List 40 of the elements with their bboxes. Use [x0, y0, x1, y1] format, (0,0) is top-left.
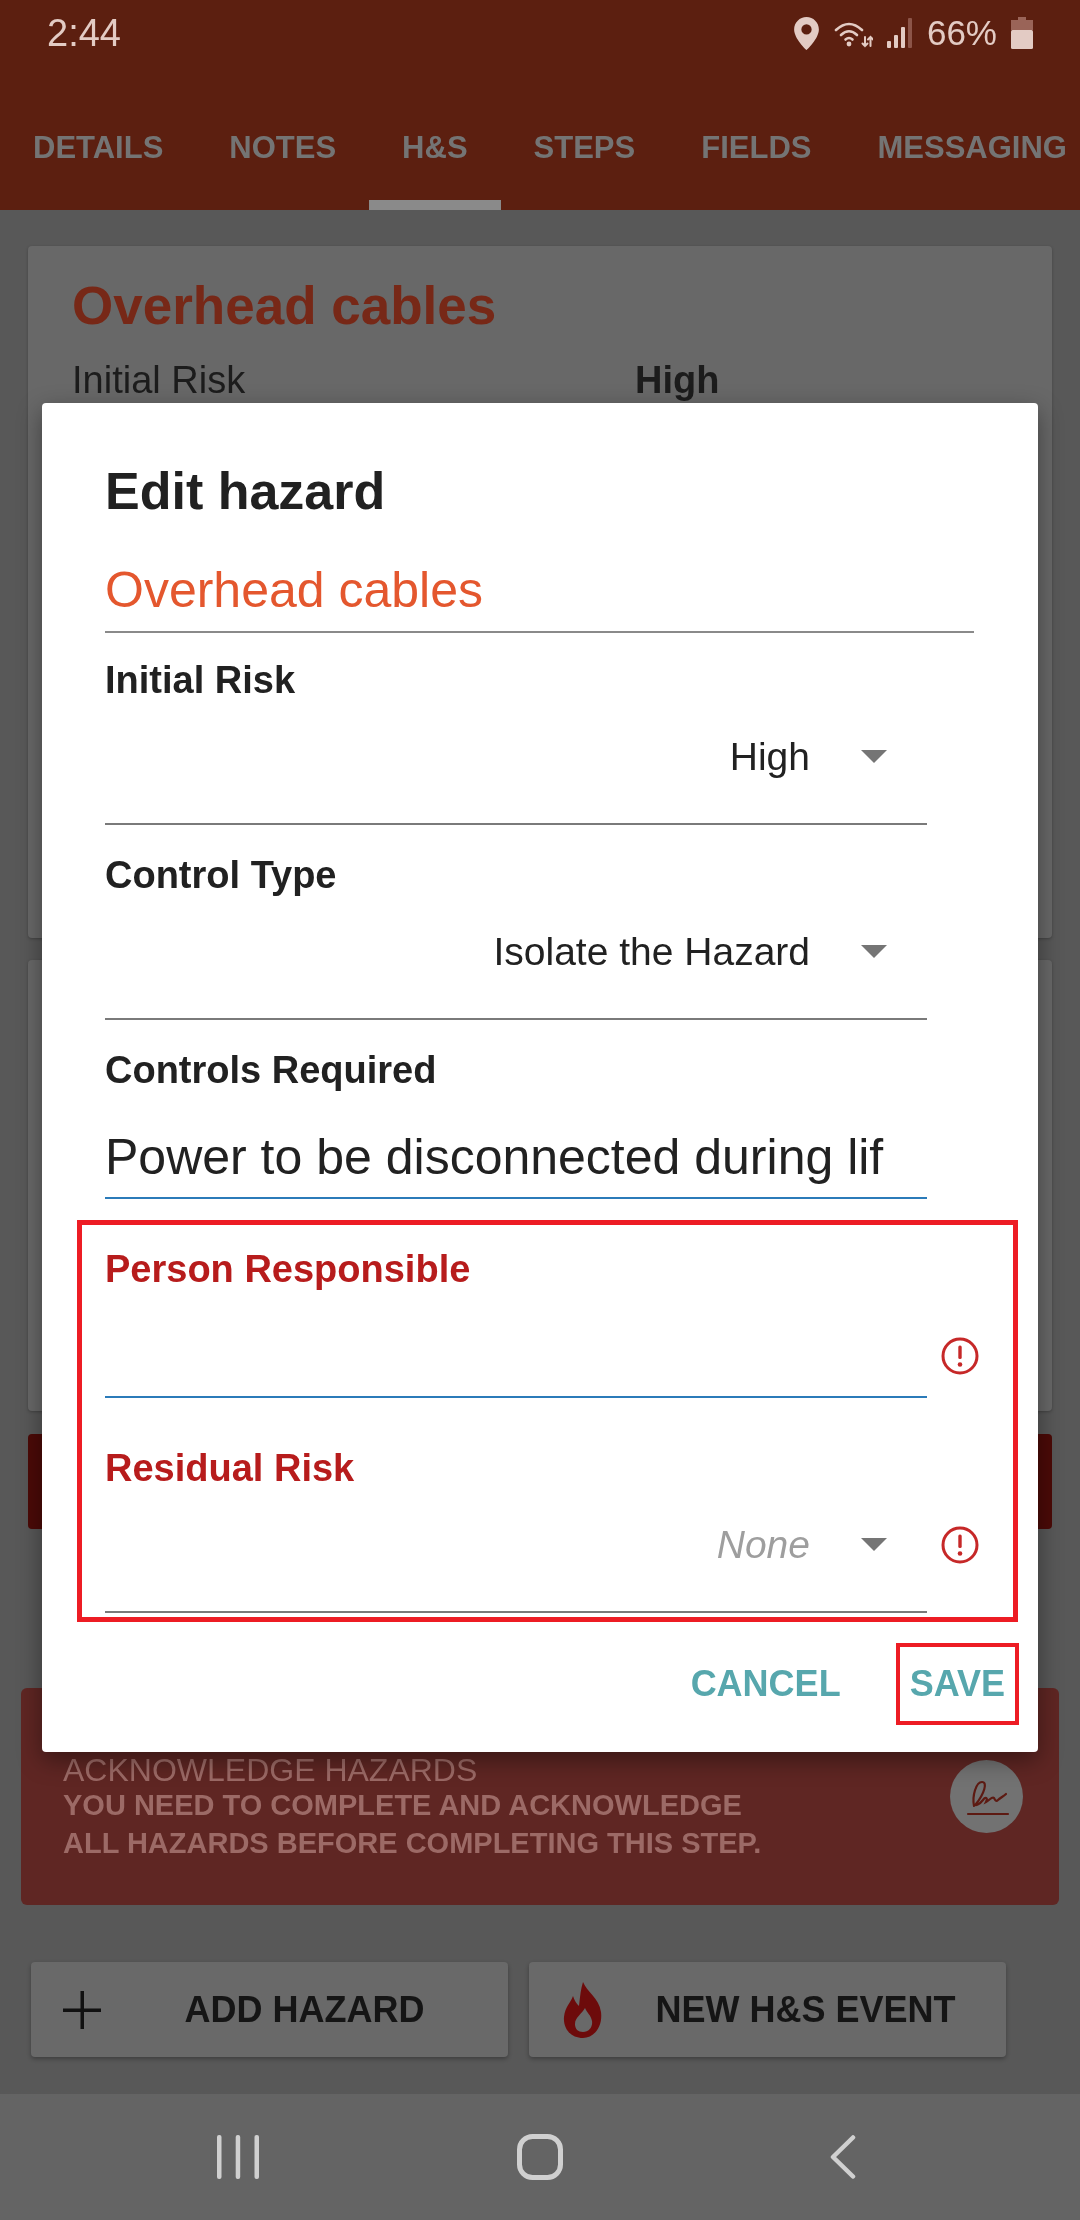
- tab[interactable]: NOTES: [196, 86, 370, 210]
- battery-percentage: 66%: [926, 13, 997, 53]
- event-button[interactable]: NEW H&S EVENT: [529, 1962, 1006, 2057]
- clock-text: 2:44: [47, 11, 121, 55]
- banner-message: YOU NEED TO COMPLETE AND ACKNOWLEDGE ALL HAZARDS BEFORE COMPLETING THIS STEP.: [63, 1788, 762, 1861]
- plus-icon: [63, 1990, 101, 2029]
- field-label: Initial Risk: [105, 658, 296, 702]
- action-button[interactable]: SAVE: [895, 1643, 1019, 1725]
- field-label: Person Responsible: [105, 1247, 471, 1291]
- dropdown[interactable]: None: [105, 1523, 927, 1613]
- signature-icon[interactable]: [950, 1760, 1023, 1833]
- hazard-title: Overhead cables: [72, 275, 498, 337]
- back-icon[interactable]: [828, 2135, 856, 2179]
- caret-icon: [861, 945, 887, 958]
- field-label: Controls Required: [105, 1048, 437, 1092]
- field-label: Control Type: [105, 853, 337, 897]
- name-input-field[interactable]: Overhead cables: [105, 561, 974, 633]
- action-button[interactable]: CANCEL: [676, 1643, 855, 1725]
- dropdown[interactable]: Isolate the Hazard: [105, 930, 927, 1020]
- caret-icon: [861, 1538, 887, 1551]
- risk-label: Initial Risk: [72, 361, 246, 399]
- signal-icon: [886, 18, 913, 48]
- tab[interactable]: MESSAGING: [844, 86, 1080, 210]
- tab[interactable]: DETAILS: [0, 86, 197, 210]
- caret-icon: [861, 750, 887, 763]
- field-label: Residual Risk: [105, 1446, 355, 1490]
- input-field[interactable]: Power to be disconnected during lif: [105, 1127, 927, 1199]
- error-icon: [941, 1526, 979, 1564]
- battery-icon: [1011, 17, 1033, 49]
- error-icon: [941, 1337, 979, 1375]
- tab[interactable]: STEPS: [500, 86, 669, 210]
- add-button[interactable]: ADD HAZARD: [31, 1962, 508, 2057]
- location-pin-icon: [793, 16, 819, 50]
- dialog-title: Edit hazard: [105, 461, 387, 521]
- recent-apps-icon[interactable]: [217, 2135, 259, 2179]
- dropdown[interactable]: High: [105, 735, 927, 825]
- home-icon[interactable]: [517, 2134, 563, 2180]
- banner-title: ACKNOWLEDGE HAZARDS: [63, 1754, 478, 1786]
- risk-value: High: [635, 361, 720, 399]
- tab[interactable]: FIELDS: [668, 86, 845, 210]
